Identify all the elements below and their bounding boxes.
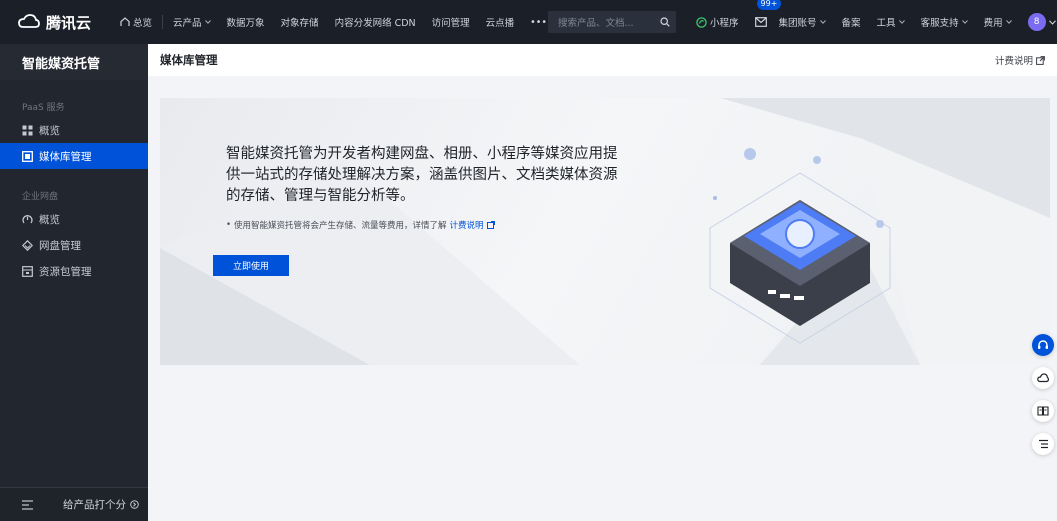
chevron-down-icon xyxy=(204,20,211,24)
account-nav-item-label: 费用 xyxy=(983,18,1003,29)
sidebar-group-paas: PaaS 服务 xyxy=(22,103,65,113)
chevron-down-icon xyxy=(1048,19,1056,25)
book-icon xyxy=(1037,406,1049,416)
brand-name: 腾讯云 xyxy=(46,13,92,32)
support-chat-button[interactable] xyxy=(1032,334,1054,356)
banner-note-text: 使用智能媒资托管将会产生存储、流量等费用，详情了解 xyxy=(234,221,447,231)
sidebar-item-disk-overview[interactable]: 概览 xyxy=(0,206,148,232)
banner-background-illustration xyxy=(160,98,1050,365)
nav-item-label: 对象存储 xyxy=(280,18,319,29)
banner-description: 智能媒资托管为开发者构建网盘、相册、小程序等媒资应用提供一站式的存储处理解决方案… xyxy=(226,146,618,204)
sidebar-footer: 给产品打个分 xyxy=(0,487,148,521)
sidebar-item-label: 概览 xyxy=(39,213,60,226)
chevron-down-icon xyxy=(961,20,968,24)
account-nav-item-label: 客服支持 xyxy=(920,18,959,29)
topbar-right: 小程序 99+ 集团账号 备案 工具 客服支持 费用 8 xyxy=(688,0,1057,44)
mail-icon xyxy=(754,17,767,27)
sidebar-item-label: 媒体库管理 xyxy=(39,150,92,163)
mini-program-icon xyxy=(696,16,707,28)
diamond-icon xyxy=(22,239,33,251)
overview-label: 总览 xyxy=(133,18,153,29)
home-icon xyxy=(120,17,130,26)
account-nav-item-label: 集团账号 xyxy=(778,18,817,29)
search-placeholder: 搜索产品、文档... xyxy=(558,18,634,29)
nav-item-label: 内容分发网络 CDN xyxy=(334,18,416,29)
page-header: 媒体库管理 计费说明 xyxy=(148,44,1057,76)
cloud-tool-button[interactable] xyxy=(1032,367,1054,389)
sidebar: 智能媒资托管 PaaS 服务 概览 媒体库管理 企业网盘 概览 网盘管理 资源包… xyxy=(0,44,148,521)
grid-icon xyxy=(22,125,33,135)
cloud-logo-icon xyxy=(18,14,40,28)
account-nav: 集团账号 备案 工具 客服支持 费用 xyxy=(771,0,1020,44)
chevron-down-icon xyxy=(1005,20,1012,24)
list-icon xyxy=(1038,439,1048,449)
sidebar-item-label: 网盘管理 xyxy=(39,239,81,252)
list-tool-button[interactable] xyxy=(1032,433,1054,455)
collapse-menu-icon[interactable] xyxy=(22,499,33,510)
avatar-menu[interactable]: 8 xyxy=(1020,0,1057,44)
account-nav-item-1[interactable]: 备案 xyxy=(834,0,869,44)
dashboard-icon xyxy=(22,214,33,223)
sidebar-group-netdisk: 企业网盘 xyxy=(22,192,59,202)
intro-banner: 智能媒资托管为开发者构建网盘、相册、小程序等媒资应用提供一站式的存储处理解决方案… xyxy=(160,98,1050,365)
nav-item-0[interactable]: 云产品 xyxy=(165,0,219,44)
use-now-button[interactable]: 立即使用 xyxy=(213,255,289,276)
nav-item-3[interactable]: 内容分发网络 CDN xyxy=(327,0,424,44)
sidebar-item-label: 资源包管理 xyxy=(39,265,92,278)
nav-item-label: 访问管理 xyxy=(431,18,470,29)
mini-program-link[interactable]: 小程序 xyxy=(688,0,747,44)
top-navbar: 腾讯云 总览 云产品 数据万象 对象存储 内容分发网络 CDN 访问管理 云点播 ••• … xyxy=(0,0,1057,44)
chevron-down-icon xyxy=(819,20,826,24)
docs-button[interactable] xyxy=(1032,400,1054,422)
product-nav: 云产品 数据万象 对象存储 内容分发网络 CDN 访问管理 云点播 xyxy=(165,0,522,44)
bullet: • xyxy=(226,220,232,230)
account-nav-item-3[interactable]: 客服支持 xyxy=(913,0,976,44)
sidebar-title: 智能媒资托管 xyxy=(0,44,148,80)
headset-icon xyxy=(1038,340,1048,349)
chevron-down-icon xyxy=(898,20,905,24)
account-nav-item-4[interactable]: 费用 xyxy=(976,0,1020,44)
sidebar-item-package-management[interactable]: 资源包管理 xyxy=(0,258,148,284)
account-nav-item-label: 备案 xyxy=(841,18,861,29)
nav-item-5[interactable]: 云点播 xyxy=(478,0,523,44)
account-nav-item-2[interactable]: 工具 xyxy=(869,0,913,44)
sidebar-item-disk-management[interactable]: 网盘管理 xyxy=(0,232,148,258)
account-nav-item-label: 工具 xyxy=(876,18,896,29)
nav-item-label: 数据万象 xyxy=(226,18,265,29)
avatar: 8 xyxy=(1027,13,1046,31)
search-input[interactable]: 搜索产品、文档... xyxy=(548,11,676,33)
banner-note: • 使用智能媒资托管将会产生存储、流量等费用，详情了解 计费说明 xyxy=(226,219,495,231)
message-badge: 99+ xyxy=(756,0,782,10)
external-link-icon xyxy=(486,221,495,229)
nav-item-label: 云点播 xyxy=(485,18,515,29)
divider xyxy=(162,15,164,29)
billing-link[interactable]: 计费说明 xyxy=(995,53,1045,67)
arrow-circle-icon xyxy=(130,500,139,509)
nav-item-label: 云产品 xyxy=(173,18,202,29)
billing-label: 计费说明 xyxy=(994,56,1033,67)
external-link-icon xyxy=(1036,55,1045,65)
sidebar-item-label: 概览 xyxy=(39,124,60,137)
sidebar-item-overview[interactable]: 概览 xyxy=(0,117,148,143)
sidebar-item-media-library[interactable]: 媒体库管理 xyxy=(0,143,148,169)
nav-item-4[interactable]: 访问管理 xyxy=(424,0,478,44)
nav-item-1[interactable]: 数据万象 xyxy=(219,0,273,44)
nav-item-2[interactable]: 对象存储 xyxy=(273,0,327,44)
package-icon xyxy=(22,265,33,277)
billing-info-link[interactable]: 计费说明 xyxy=(450,219,484,231)
cloud-icon xyxy=(1037,373,1049,383)
messages-button[interactable]: 99+ xyxy=(747,0,782,44)
search-icon xyxy=(660,17,670,27)
media-library-icon xyxy=(22,150,33,162)
mini-program-label: 小程序 xyxy=(710,18,739,29)
page-title: 媒体库管理 xyxy=(160,53,218,67)
feedback-label: 给产品打个分 xyxy=(63,499,126,511)
overview-link[interactable]: 总览 xyxy=(112,0,160,44)
feedback-link[interactable]: 给产品打个分 xyxy=(63,497,139,512)
